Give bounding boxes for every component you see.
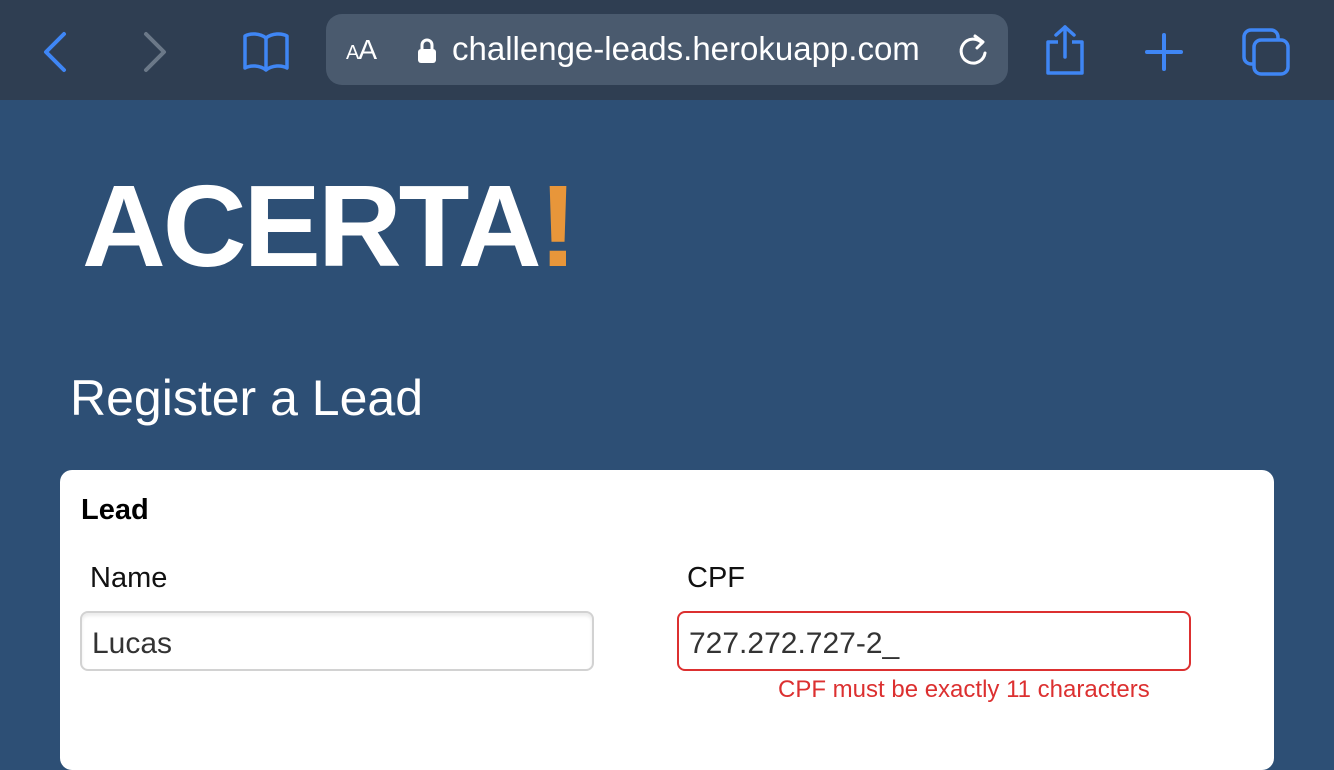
page-title: Register a Lead — [70, 370, 424, 426]
address-bar[interactable]: AA challenge-leads.herokuapp.com — [326, 14, 1008, 85]
form-section-title: Lead — [81, 494, 149, 526]
name-input[interactable]: Lucas — [80, 611, 594, 671]
forward-icon[interactable] — [140, 30, 170, 74]
text-size-button[interactable]: AA — [346, 36, 377, 67]
lock-icon — [417, 38, 437, 69]
new-tab-icon[interactable] — [1144, 32, 1184, 72]
acerta-logo: ACERTA! — [82, 161, 577, 291]
cpf-input[interactable]: 727.272.727-2_ — [677, 611, 1191, 671]
cpf-label: CPF — [687, 562, 745, 594]
cpf-error-message: CPF must be exactly 11 characters — [778, 676, 1150, 703]
reload-icon[interactable] — [956, 32, 990, 73]
back-icon[interactable] — [40, 30, 70, 74]
lead-form-card: Lead Name Lucas CPF 727.272.727-2_ CPF m… — [60, 470, 1274, 770]
name-label: Name — [90, 562, 168, 594]
tabs-overview-icon[interactable] — [1242, 28, 1292, 76]
share-icon[interactable] — [1044, 24, 1086, 76]
bookmarks-icon[interactable] — [242, 30, 290, 72]
url-text[interactable]: challenge-leads.herokuapp.com — [452, 31, 936, 67]
browser-toolbar: AA challenge-leads.herokuapp.com — [0, 0, 1334, 100]
